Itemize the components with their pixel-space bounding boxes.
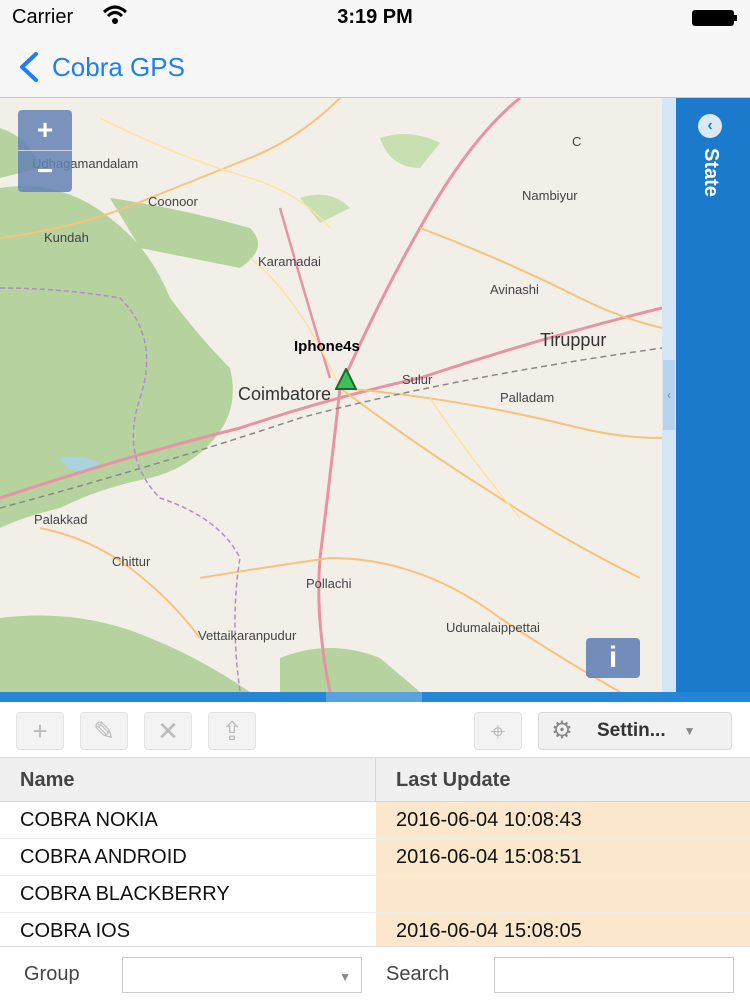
toolbar: + ✎ ✕ ⇪ ⌖ ⚙ Settin... ▼ (0, 702, 750, 758)
gear-icon: ⚙ (551, 717, 573, 744)
table-row[interactable]: COBRA NOKIA 2016-06-04 10:08:43 (0, 802, 750, 839)
place-label: Karamadai (258, 254, 321, 269)
status-bar: Carrier 3:19 PM (0, 0, 750, 36)
battery-icon (692, 10, 737, 26)
table-row[interactable]: COBRA IOS 2016-06-04 15:08:05 (0, 913, 750, 946)
place-label: Udumalaippettai (446, 620, 540, 635)
column-header-last-update[interactable]: Last Update (376, 758, 750, 801)
place-label: Coimbatore (238, 384, 332, 404)
last-update-cell: 2016-06-04 15:08:05 (376, 913, 750, 946)
place-label: Pollachi (306, 576, 352, 591)
collapse-panel-icon[interactable]: ‹ (698, 114, 722, 138)
splitter-handle[interactable] (326, 692, 422, 702)
upload-button[interactable]: ⇪ (208, 712, 256, 750)
table-row[interactable]: COBRA ANDROID 2016-06-04 15:08:51 (0, 839, 750, 876)
device-name-cell: COBRA ANDROID (0, 839, 376, 875)
group-select[interactable]: ▼ (122, 957, 362, 993)
place-label: Sulur (402, 372, 433, 387)
horizontal-splitter[interactable] (0, 692, 750, 702)
clock: 3:19 PM (337, 6, 413, 28)
device-name-cell: COBRA NOKIA (0, 802, 376, 838)
chevron-left-icon (20, 52, 38, 82)
table-header: Name Last Update (0, 758, 750, 802)
zoom-in-button[interactable]: + (18, 110, 72, 151)
column-header-name[interactable]: Name (0, 758, 376, 801)
place-label: Chittur (112, 554, 151, 569)
search-label: Search (386, 963, 450, 985)
place-label: Coonoor (148, 194, 198, 209)
settings-label: Settin... (597, 720, 666, 741)
locate-button[interactable]: ⌖ (474, 712, 522, 750)
device-marker-icon[interactable] (335, 368, 357, 390)
place-label: Palakkad (34, 512, 88, 527)
place-label: Palladam (500, 390, 555, 405)
search-input[interactable] (494, 957, 734, 993)
state-panel-title[interactable]: State (699, 148, 722, 197)
settings-dropdown[interactable]: ⚙ Settin... ▼ (538, 712, 732, 750)
place-label: Kundah (44, 230, 89, 245)
navigation-bar: Cobra GPS (0, 36, 750, 98)
back-button-label: Cobra GPS (52, 51, 185, 82)
edit-button[interactable]: ✎ (80, 712, 128, 750)
device-marker-label: Iphone4s (294, 338, 360, 355)
last-update-cell: 2016-06-04 10:08:43 (376, 802, 750, 838)
place-label: Nambiyur (522, 188, 578, 203)
map-view[interactable]: Udhagamandalam Coonoor Kundah Karamadai … (0, 98, 662, 692)
table-row[interactable]: COBRA BLACKBERRY (0, 876, 750, 913)
state-panel: ‹ ‹ State (662, 98, 750, 692)
place-label: Vettaikaranpudur (198, 628, 297, 643)
vertical-splitter[interactable]: ‹ (662, 98, 676, 692)
place-label: Avinashi (490, 282, 539, 297)
chevron-down-icon: ▼ (683, 724, 696, 738)
info-button[interactable]: i (586, 638, 640, 678)
remove-button[interactable]: ✕ (144, 712, 192, 750)
last-update-cell: 2016-06-04 15:08:51 (376, 839, 750, 875)
filter-bar: Group ▼ Search (0, 946, 750, 1000)
device-name-cell: COBRA IOS (0, 913, 376, 946)
add-button[interactable]: + (16, 712, 64, 750)
splitter-handle[interactable]: ‹ (663, 360, 675, 430)
place-label: C (572, 134, 582, 149)
zoom-control: + − (18, 110, 72, 192)
devices-table: Name Last Update COBRA NOKIA 2016-06-04 … (0, 758, 750, 946)
chevron-down-icon: ▼ (339, 970, 351, 984)
device-name-cell: COBRA BLACKBERRY (0, 876, 376, 912)
place-label: Tiruppur (540, 330, 607, 350)
group-label: Group (24, 963, 80, 985)
last-update-cell (376, 876, 750, 912)
back-button[interactable]: Cobra GPS (14, 50, 185, 84)
zoom-out-button[interactable]: − (18, 151, 72, 192)
